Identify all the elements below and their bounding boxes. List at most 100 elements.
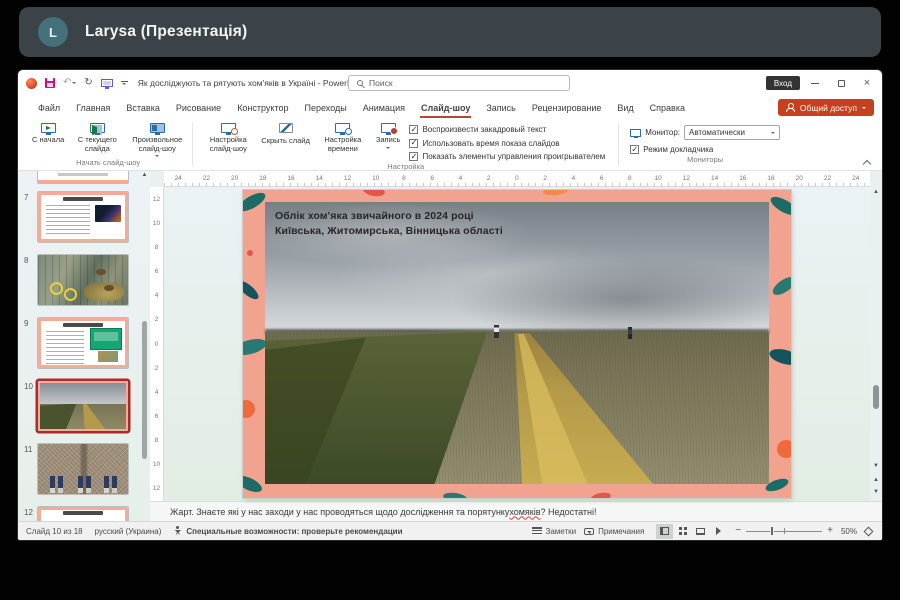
scroll-down-icon[interactable]: ▼	[870, 463, 882, 469]
avatar: L	[38, 17, 68, 47]
misspelled-word: хомяків	[509, 507, 540, 517]
ruler-number: 4	[150, 284, 163, 308]
minimize-button[interactable]	[802, 70, 828, 96]
ruler-number: 6	[588, 175, 616, 182]
slide-thumbnail-11[interactable]	[37, 443, 129, 495]
tab-Вставка[interactable]: Вставка	[118, 96, 167, 119]
customize-toolbar-icon[interactable]	[121, 81, 128, 86]
ruler-number: 16	[277, 175, 305, 182]
from-beginning-button[interactable]: С начала	[29, 119, 67, 145]
custom-slideshow-button[interactable]: Произвольное слайд-шоу	[127, 119, 187, 157]
ruler-number: 10	[362, 175, 390, 182]
close-button[interactable]: ×	[854, 70, 880, 96]
undo-caret-icon	[72, 82, 76, 84]
horizontal-ruler: 2422201816141210864202468101214161820222…	[164, 171, 870, 187]
previous-slide-icon[interactable]: ▲	[870, 477, 882, 483]
ruler-number: 6	[150, 404, 163, 428]
scrollbar-thumb[interactable]	[873, 385, 879, 409]
tab-Вид[interactable]: Вид	[609, 96, 641, 119]
quick-access-toolbar: ↶ ↻	[26, 78, 128, 89]
redo-icon[interactable]: ↻	[84, 78, 92, 88]
from-current-slide-button[interactable]: С текущего слайда	[67, 119, 127, 153]
minimize-icon	[811, 83, 819, 84]
thumbnail-number: 9	[18, 317, 37, 369]
tab-Рецензирование[interactable]: Рецензирование	[524, 96, 610, 119]
zoom-in-button[interactable]: +	[827, 526, 833, 536]
scrollbar-thumb[interactable]	[142, 321, 147, 459]
ruler-number: 8	[390, 175, 418, 182]
slide-photo[interactable]: Облік хом'яка звичайного в 2024 році Киї…	[265, 202, 769, 484]
checkbox-checked-icon[interactable]	[409, 139, 418, 148]
tab-Файл[interactable]: Файл	[30, 96, 68, 119]
signin-button[interactable]: Вход	[766, 76, 800, 90]
slide-thumbnail-10[interactable]	[37, 380, 129, 432]
slide-thumbnail[interactable]	[37, 171, 129, 184]
accessibility-checker[interactable]: Специальные возможности: проверьте реком…	[173, 526, 402, 536]
ribbon-checkbox-row[interactable]: Использовать время показа слайдов	[409, 139, 605, 148]
undo-button[interactable]: ↶	[63, 78, 76, 88]
group-monitors: Монитор: Автоматически Режим докладчика …	[619, 119, 791, 170]
reading-view-button[interactable]	[692, 524, 709, 539]
tab-Рисование[interactable]: Рисование	[168, 96, 229, 119]
tab-Главная[interactable]: Главная	[68, 96, 118, 119]
zoom-out-button[interactable]: −	[735, 526, 741, 536]
slideshow-view-button[interactable]	[710, 524, 727, 539]
next-slide-icon[interactable]: ▼	[870, 489, 882, 495]
fit-slide-to-window-icon[interactable]	[864, 526, 874, 536]
slide-thumbnail-12[interactable]	[37, 506, 129, 521]
thumbnail-scrollbar[interactable]: ▲	[140, 171, 149, 521]
notes-pane[interactable]: Жарт. Знаєте які у нас заходи у нас пров…	[150, 501, 882, 521]
share-button[interactable]: Общий доступ	[778, 99, 874, 116]
powerpoint-logo-icon	[26, 78, 37, 89]
ruler-number: 6	[418, 175, 446, 182]
slide-indicator[interactable]: Слайд 10 из 18	[26, 527, 83, 536]
presenter-view-label: Режим докладчика	[643, 145, 713, 154]
scroll-up-icon[interactable]: ▲	[140, 172, 149, 178]
collapse-ribbon-icon[interactable]	[864, 159, 870, 165]
presenter-view-checkbox[interactable]	[630, 145, 639, 154]
group-label: Начать слайд-шоу	[29, 157, 187, 170]
hide-slide-icon	[279, 123, 293, 133]
comments-toggle[interactable]: Примечания	[584, 527, 644, 536]
search-placeholder: Поиск	[369, 78, 393, 88]
tab-Справка[interactable]: Справка	[642, 96, 693, 119]
monitor-label: Монитор:	[645, 128, 680, 137]
tab-Запись[interactable]: Запись	[478, 96, 524, 119]
notes-toggle[interactable]: Заметки	[532, 527, 577, 536]
ruler-number: 8	[150, 235, 163, 259]
checkbox-checked-icon[interactable]	[409, 125, 418, 134]
setup-slideshow-button[interactable]: Настройка слайд-шоу	[198, 119, 258, 153]
slide-thumbnail-8[interactable]	[37, 254, 129, 306]
maximize-button[interactable]	[828, 70, 854, 96]
checkbox-checked-icon[interactable]	[409, 152, 418, 161]
rehearse-timings-button[interactable]: Настройка времени	[313, 119, 373, 153]
scroll-up-icon[interactable]: ▲	[870, 189, 882, 195]
tab-Слайд-шоу[interactable]: Слайд-шоу	[413, 96, 478, 119]
ribbon-checkbox-row[interactable]: Показать элементы управления проигрывате…	[409, 152, 605, 161]
save-icon[interactable]	[45, 78, 55, 88]
powerpoint-window: ↶ ↻ Як досліджують та рятують хом'яків в…	[18, 70, 882, 540]
language-indicator[interactable]: русский (Украина)	[95, 527, 162, 536]
slide-title-textbox[interactable]: Облік хом'яка звичайного в 2024 році Киї…	[275, 209, 503, 238]
record-button[interactable]: Запись	[373, 119, 404, 149]
slide-thumbnail-9[interactable]	[37, 317, 129, 369]
ruler-number: 6	[150, 259, 163, 283]
normal-view-button[interactable]	[656, 524, 673, 539]
zoom-slider[interactable]	[746, 531, 822, 532]
tab-Конструктор[interactable]: Конструктор	[229, 96, 296, 119]
tab-Анимация[interactable]: Анимация	[355, 96, 413, 119]
share-icon	[786, 103, 795, 112]
ribbon-checkbox-row[interactable]: Воспроизвести закадровый текст	[409, 125, 605, 134]
zoom-slider-thumb[interactable]	[770, 526, 774, 536]
monitor-select[interactable]: Автоматически	[684, 125, 780, 140]
tab-Переходы[interactable]: Переходы	[297, 96, 355, 119]
zoom-percent[interactable]: 50%	[841, 527, 857, 536]
current-slide[interactable]: Облік хом'яка звичайного в 2024 році Киї…	[243, 190, 791, 498]
slide-scrollbar[interactable]: ▲ ▼ ▲ ▼	[870, 187, 882, 501]
start-presentation-icon[interactable]	[101, 79, 113, 87]
slide-sorter-view-button[interactable]	[674, 524, 691, 539]
ruler-number: 12	[150, 187, 163, 211]
slide-thumbnail-7[interactable]	[37, 191, 129, 243]
search-input[interactable]: Поиск	[348, 75, 570, 91]
hide-slide-button[interactable]: Скрыть слайд	[258, 119, 313, 146]
